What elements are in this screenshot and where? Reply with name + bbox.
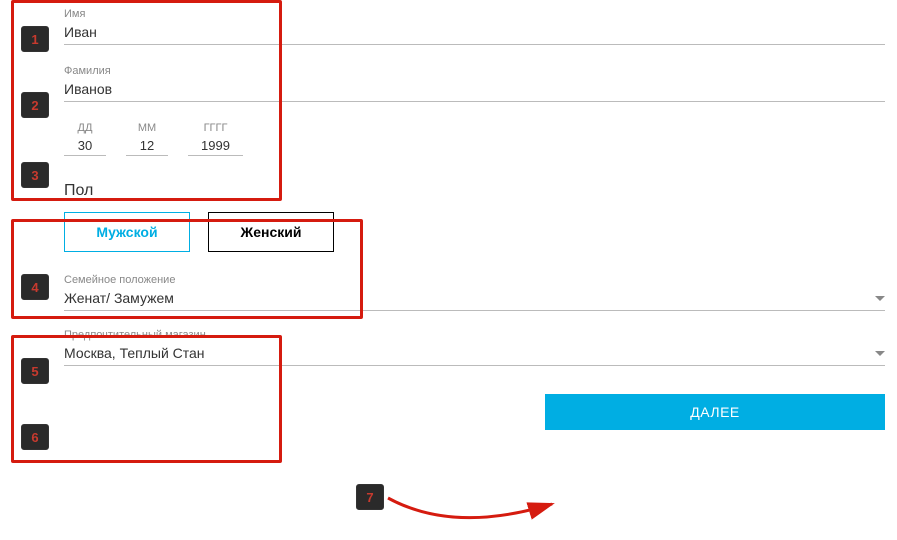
- last-name-input[interactable]: [64, 77, 885, 102]
- annot-badge-5: 5: [21, 358, 49, 384]
- annot-badge-3: 3: [21, 162, 49, 188]
- annot-badge-2: 2: [21, 92, 49, 118]
- annot-badge-7: 7: [356, 484, 384, 510]
- marital-block: Семейное положение Женат/ Замужем: [64, 274, 885, 311]
- marital-label: Семейное положение: [64, 274, 885, 286]
- dob-day-col: ДД: [64, 122, 106, 156]
- store-value: Москва, Теплый Стан: [64, 345, 205, 361]
- gender-title: Пол: [64, 182, 885, 200]
- marital-value: Женат/ Замужем: [64, 290, 174, 306]
- store-label: Предпочтительный магазин: [64, 329, 885, 341]
- registration-form: Имя Фамилия ДД ММ ГГГГ Пол Мужской Женск…: [64, 0, 885, 430]
- gender-block: Пол Мужской Женский: [64, 182, 885, 252]
- dob-year-label: ГГГГ: [204, 122, 228, 134]
- submit-row: ДАЛЕЕ: [64, 394, 885, 430]
- first-name-block: Имя: [64, 8, 885, 45]
- first-name-label: Имя: [64, 8, 885, 20]
- annot-badge-6: 6: [21, 424, 49, 450]
- caret-down-icon: [875, 351, 885, 356]
- marital-select[interactable]: Женат/ Замужем: [64, 286, 885, 311]
- last-name-label: Фамилия: [64, 65, 885, 77]
- dob-year-input[interactable]: [188, 136, 243, 156]
- annot-arrow-icon: [384, 492, 564, 532]
- dob-month-col: ММ: [126, 122, 168, 156]
- dob-day-label: ДД: [78, 122, 93, 134]
- store-block: Предпочтительный магазин Москва, Теплый …: [64, 329, 885, 366]
- next-button[interactable]: ДАЛЕЕ: [545, 394, 885, 430]
- gender-male-button[interactable]: Мужской: [64, 212, 190, 252]
- caret-down-icon: [875, 296, 885, 301]
- annot-badge-4: 4: [21, 274, 49, 300]
- dob-year-col: ГГГГ: [188, 122, 243, 156]
- annot-badge-1: 1: [21, 26, 49, 52]
- dob-month-input[interactable]: [126, 136, 168, 156]
- store-select[interactable]: Москва, Теплый Стан: [64, 341, 885, 366]
- dob-block: ДД ММ ГГГГ: [64, 122, 885, 156]
- last-name-block: Фамилия: [64, 65, 885, 102]
- first-name-input[interactable]: [64, 20, 885, 45]
- dob-month-label: ММ: [138, 122, 156, 134]
- gender-female-button[interactable]: Женский: [208, 212, 334, 252]
- dob-day-input[interactable]: [64, 136, 106, 156]
